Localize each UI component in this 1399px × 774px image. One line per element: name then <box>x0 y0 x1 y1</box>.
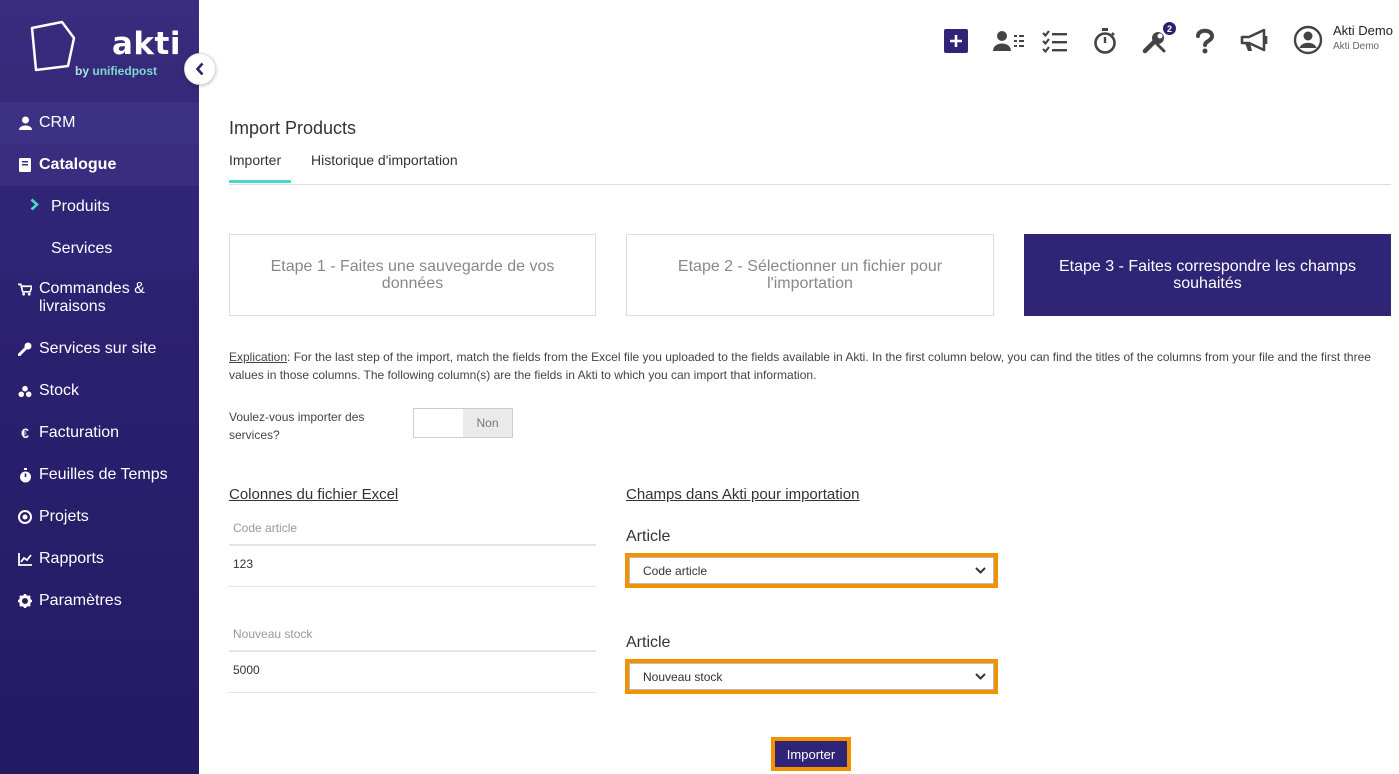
sidebar-item-label: Facturation <box>39 424 120 441</box>
plus-icon[interactable] <box>943 28 969 54</box>
excel-column-title: Nouveau stock <box>229 627 596 652</box>
sidebar-item-label: Stock <box>39 382 80 399</box>
sidebar-item-produits[interactable]: Produits <box>0 186 199 228</box>
sidebar-item-catalogue[interactable]: Catalogue <box>0 144 199 186</box>
sidebar-nav: CRM Catalogue Produits Services Commande… <box>0 102 199 622</box>
chevron-left-icon <box>195 62 204 76</box>
tools-icon[interactable]: 2 <box>1142 22 1176 54</box>
tab-importer[interactable]: Importer <box>229 152 291 183</box>
chevron-down-icon <box>975 567 986 574</box>
user-name[interactable]: Akti Demo <box>1333 23 1393 38</box>
target-icon <box>18 510 32 524</box>
gear-icon <box>18 594 32 608</box>
task-list-icon[interactable] <box>1042 28 1068 54</box>
wrench-icon <box>18 342 32 356</box>
akti-fields-heading: Champs dans Akti pour importation <box>626 486 860 503</box>
book-icon <box>18 158 32 172</box>
import-button-wrapper: Importer <box>771 737 851 771</box>
sidebar-item-label: Catalogue <box>39 156 117 173</box>
excel-column-title: Code article <box>229 521 596 546</box>
step-2[interactable]: Etape 2 - Sélectionner un fichier pour l… <box>626 234 994 316</box>
sidebar-item-parametres[interactable]: Paramètres <box>0 580 199 622</box>
explication-text: Explication: For the last step of the im… <box>229 350 1371 382</box>
chart-icon <box>18 552 32 566</box>
excel-columns-heading: Colonnes du fichier Excel <box>229 486 399 503</box>
sidebar-item-feuilles-de-temps[interactable]: Feuilles de Temps <box>0 454 199 496</box>
field-select-nouveau-stock[interactable]: Nouveau stock <box>625 659 998 694</box>
excel-column-value: 5000 <box>229 661 596 693</box>
chevron-down-icon <box>975 673 986 680</box>
sidebar-item-label: Rapports <box>39 550 104 567</box>
akti-field-label: Article <box>626 528 671 545</box>
help-icon[interactable] <box>1192 28 1218 54</box>
page-title: Import Products <box>229 118 357 138</box>
sidebar-item-label: Paramètres <box>39 592 122 609</box>
sidebar-item-label: Services <box>51 240 113 257</box>
step-3[interactable]: Etape 3 - Faites correspondre les champs… <box>1024 234 1391 316</box>
import-services-toggle[interactable]: Non <box>413 408 513 438</box>
chevron-right-icon <box>30 198 39 216</box>
toggle-label: Voulez-vous importer des services? <box>229 410 365 442</box>
sidebar-item-stock[interactable]: Stock <box>0 370 199 412</box>
tools-badge: 2 <box>1163 22 1176 35</box>
tab-bar: Importer Historique d'importation <box>229 152 1391 185</box>
tab-historique[interactable]: Historique d'importation <box>311 152 458 180</box>
megaphone-icon[interactable] <box>1240 28 1270 54</box>
explication-label: Explication <box>229 350 288 364</box>
sidebar-item-commandes[interactable]: Commandes & livraisons <box>0 270 199 328</box>
sidebar-item-services-sur-site[interactable]: Services sur site <box>0 328 199 370</box>
sidebar-item-label: Services sur site <box>39 340 157 357</box>
excel-column-value: 123 <box>229 555 596 587</box>
sidebar-item-label: Produits <box>51 198 110 215</box>
brand-name: akti <box>112 26 181 62</box>
user-circle-icon[interactable] <box>1293 25 1323 55</box>
import-button[interactable]: Importer <box>775 741 847 767</box>
boxes-icon <box>18 384 32 398</box>
sidebar-item-label: Projets <box>39 508 89 525</box>
sidebar: akti by unifiedpost CRM Catalogue Produi… <box>0 0 199 774</box>
sidebar-item-projets[interactable]: Projets <box>0 496 199 538</box>
select-value: Code article <box>629 557 994 584</box>
stopwatch-icon <box>18 467 32 482</box>
step-1[interactable]: Etape 1 - Faites une sauvegarde de vos d… <box>229 234 596 316</box>
cart-icon <box>18 282 32 296</box>
sidebar-item-label: Commandes & livraisons <box>39 280 145 315</box>
sidebar-item-facturation[interactable]: € Facturation <box>0 412 199 454</box>
select-value: Nouveau stock <box>629 663 994 690</box>
stopwatch-icon[interactable] <box>1092 28 1118 54</box>
sidebar-item-crm[interactable]: CRM <box>0 102 199 144</box>
sidebar-item-label: Feuilles de Temps <box>39 466 168 483</box>
euro-icon: € <box>21 425 29 441</box>
toggle-value: Non <box>463 409 512 437</box>
akti-field-label: Article <box>626 634 671 651</box>
sidebar-item-rapports[interactable]: Rapports <box>0 538 199 580</box>
user-org: Akti Demo <box>1333 41 1380 52</box>
contacts-list-icon[interactable] <box>993 28 1025 54</box>
sidebar-collapse-button[interactable] <box>184 53 216 85</box>
sidebar-item-services[interactable]: Services <box>0 228 199 270</box>
sidebar-item-label: CRM <box>39 114 76 131</box>
user-icon <box>18 116 32 130</box>
field-select-code-article[interactable]: Code article <box>625 553 998 588</box>
brand-tagline: by unifiedpost <box>75 64 158 78</box>
